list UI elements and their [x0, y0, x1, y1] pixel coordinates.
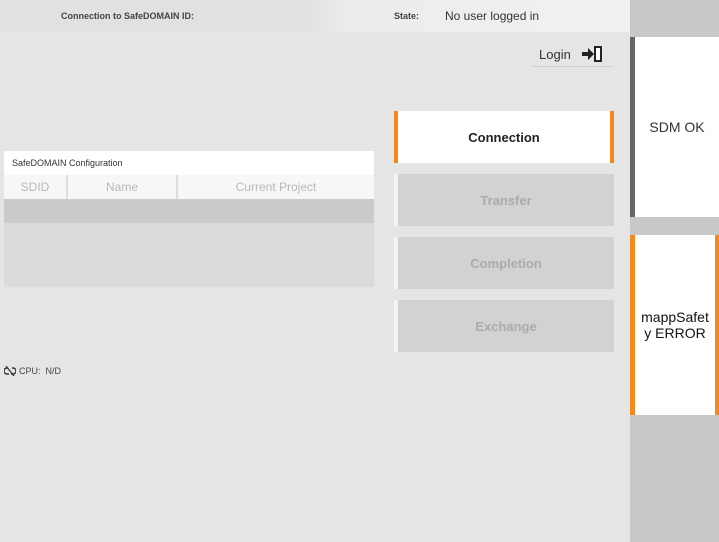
cpu-label: CPU: [19, 366, 41, 376]
header-bar: Connection to SafeDOMAIN ID: State: No u… [0, 0, 630, 32]
connection-label: Connection to SafeDOMAIN ID: [61, 11, 194, 21]
step-connection-button[interactable]: Connection [394, 111, 614, 163]
state-value: No user logged in [445, 9, 540, 23]
cpu-value: N/D [45, 366, 62, 376]
column-header-name[interactable]: Name [68, 175, 178, 199]
login-button[interactable]: Login [532, 42, 614, 67]
safedomain-config-panel: SafeDOMAIN Configuration SDID Name Curre… [4, 151, 374, 287]
config-title-bar: SafeDOMAIN Configuration [4, 151, 374, 175]
step-transfer-button[interactable]: Transfer [394, 174, 614, 226]
cpu-status: CPU: N/D [3, 365, 62, 377]
sdm-status-tile[interactable]: SDM OK [630, 37, 719, 217]
status-sidebar: SDM OK mappSafety ERROR [630, 0, 719, 542]
mappsafety-status-tile[interactable]: mappSafety ERROR [630, 235, 719, 415]
login-icon [582, 46, 602, 62]
login-label: Login [539, 47, 571, 62]
column-header-current-project[interactable]: Current Project [178, 175, 374, 199]
broken-link-icon [3, 365, 17, 377]
main-area: Connection to SafeDOMAIN ID: State: No u… [0, 0, 630, 542]
config-title: SafeDOMAIN Configuration [12, 158, 123, 168]
config-table-header: SDID Name Current Project [4, 175, 374, 199]
step-completion-button[interactable]: Completion [394, 237, 614, 289]
state-label: State: [394, 11, 420, 21]
step-exchange-button[interactable]: Exchange [394, 300, 614, 352]
column-header-sdid[interactable]: SDID [4, 175, 68, 199]
table-row[interactable] [4, 199, 374, 223]
